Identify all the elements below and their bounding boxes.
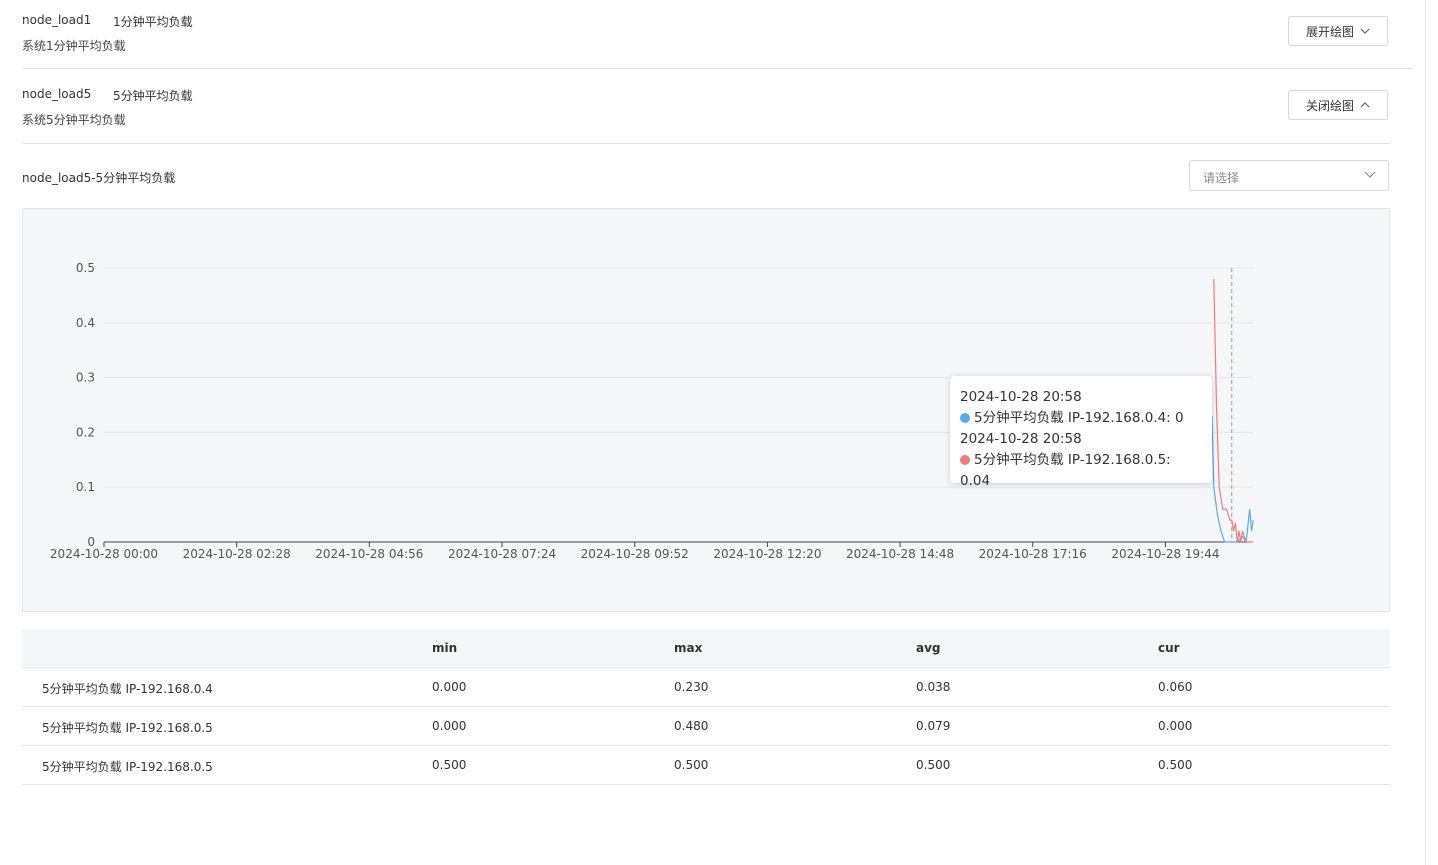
table-header: min max avg cur	[22, 629, 1390, 668]
chart-title: node_load5-5分钟平均负载	[22, 171, 176, 185]
table-cell: 0.500	[1158, 758, 1193, 772]
column-header-avg: avg	[916, 641, 941, 655]
column-header-max: max	[674, 641, 703, 655]
table-cell: 0.000	[432, 680, 467, 694]
table-cell: 5分钟平均负载 IP-192.168.0.5	[42, 721, 213, 735]
table-cell: 0.230	[674, 680, 709, 694]
metric-description: 系统1分钟平均负载	[22, 39, 126, 53]
table-cell: 0.079	[916, 719, 951, 733]
x-tick-label: 2024-10-28 17:16	[979, 547, 1087, 561]
close-chart-label: 关闭绘图	[1305, 98, 1354, 113]
table-cell: 0.480	[674, 719, 709, 733]
chart-tooltip: 2024-10-28 20:58 5分钟平均负载 IP-192.168.0.4:…	[950, 376, 1212, 489]
table-cell: 0.500	[674, 758, 709, 772]
divider	[22, 143, 1390, 144]
metric-name: node_load5	[22, 87, 92, 101]
expand-chart-button[interactable]: 展开绘图	[1288, 16, 1388, 46]
series-line-2	[1213, 278, 1254, 543]
x-tick-label: 2024-10-28 09:52	[581, 547, 689, 561]
page-scroll-divider	[1425, 0, 1426, 865]
y-tick-label: 0.4	[76, 316, 95, 330]
series-dot-icon	[960, 455, 970, 465]
chevron-down-icon	[1364, 171, 1376, 178]
metric-name: node_load1	[22, 13, 92, 27]
tooltip-time: 2024-10-28 20:58	[960, 431, 1082, 447]
table-cell: 0.500	[432, 758, 467, 772]
y-tick-label: 0.1	[76, 480, 95, 494]
stats-table: min max avg cur 5分钟平均负载 IP-192.168.0.4 0…	[22, 629, 1390, 785]
x-tick-label: 2024-10-28 04:56	[315, 547, 423, 561]
line-chart-panel: 0 0.1 0.2 0.3 0.4 0.5 2024-10-28 00:00 2024-10-…	[22, 208, 1390, 612]
chevron-up-icon	[1360, 102, 1370, 108]
tooltip-value: 5分钟平均负载 IP-192.168.0.5: 0.04	[960, 452, 1171, 489]
column-header-cur: cur	[1158, 641, 1180, 655]
x-tick-label: 2024-10-28 14:48	[846, 547, 954, 561]
table-cell: 5分钟平均负载 IP-192.168.0.5	[42, 760, 213, 774]
table-cell: 5分钟平均负载 IP-192.168.0.4	[42, 682, 213, 696]
x-tick-label: 2024-10-28 19:44	[1111, 547, 1219, 561]
table-row: 5分钟平均负载 IP-192.168.0.4 0.000 0.230 0.038…	[22, 668, 1390, 707]
table-cell: 0.038	[916, 680, 951, 694]
column-header-min: min	[432, 641, 458, 655]
x-tick-label: 2024-10-28 00:00	[50, 547, 158, 561]
y-tick-label: 0.5	[76, 261, 95, 275]
select-placeholder: 请选择	[1203, 171, 1240, 185]
series-select[interactable]: 请选择	[1189, 160, 1389, 191]
tooltip-time: 2024-10-28 20:58	[960, 389, 1082, 405]
table-cell: 0.060	[1158, 680, 1193, 694]
table-cell: 0.000	[1158, 719, 1193, 733]
y-tick-label: 0.3	[76, 371, 95, 385]
metric-description: 系统5分钟平均负载	[22, 113, 126, 127]
expand-chart-label: 展开绘图	[1305, 24, 1354, 39]
tooltip-value: 5分钟平均负载 IP-192.168.0.4: 0	[974, 410, 1184, 426]
table-cell: 0.500	[916, 758, 951, 772]
y-tick-label: 0.2	[76, 425, 95, 439]
x-tick-label: 2024-10-28 07:24	[448, 547, 556, 561]
table-cell: 0.000	[432, 719, 467, 733]
x-tick-label: 2024-10-28 12:20	[713, 547, 821, 561]
table-row: 5分钟平均负载 IP-192.168.0.5 0.500 0.500 0.500…	[22, 746, 1390, 785]
chevron-down-icon	[1360, 28, 1370, 34]
metric-title: 1分钟平均负载	[113, 15, 193, 29]
close-chart-button[interactable]: 关闭绘图	[1288, 90, 1388, 120]
series-dot-icon	[960, 413, 970, 423]
table-row: 5分钟平均负载 IP-192.168.0.5 0.000 0.480 0.079…	[22, 707, 1390, 746]
x-tick-label: 2024-10-28 02:28	[183, 547, 291, 561]
divider	[22, 68, 1413, 69]
metric-title: 5分钟平均负载	[113, 89, 193, 103]
